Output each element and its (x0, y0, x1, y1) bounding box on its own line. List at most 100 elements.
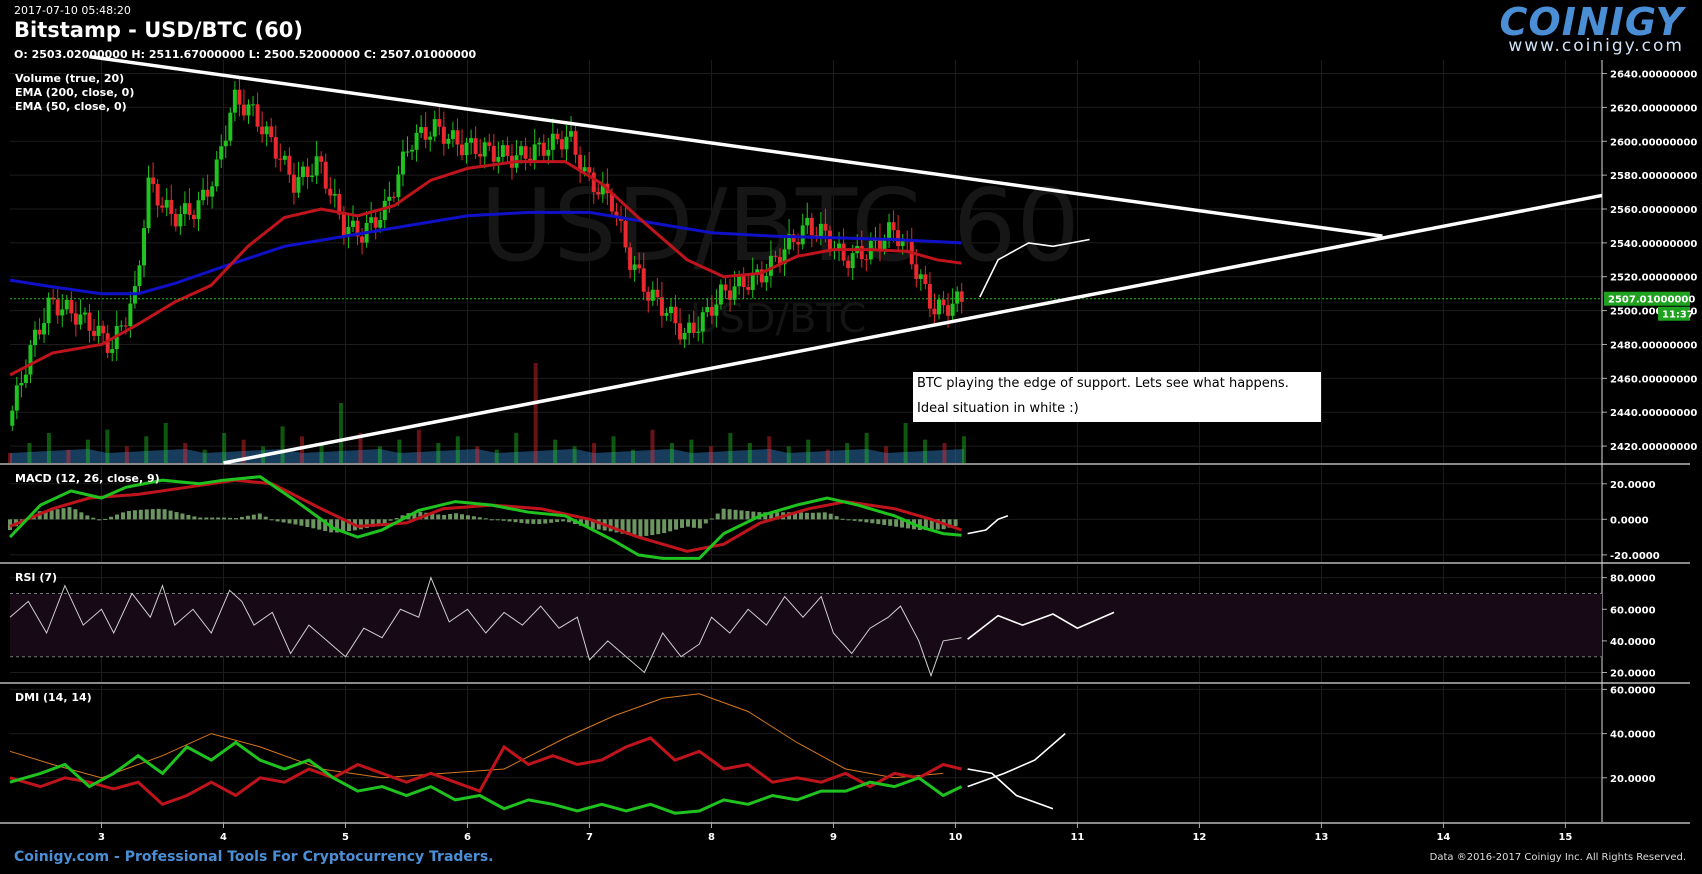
candle-body (110, 349, 115, 353)
candle-body (60, 309, 65, 316)
candle-body (841, 243, 846, 261)
macd-histogram-bar (174, 512, 179, 520)
x-tick-label: 15 (1558, 832, 1572, 843)
footer-copyright: Data ®2016-2017 Coinigy Inc. All Rights … (1429, 852, 1686, 863)
macd-histogram-bar (186, 514, 191, 520)
macd-histogram-bar (162, 509, 167, 520)
candle-body (582, 167, 587, 172)
candle-body (305, 166, 310, 178)
candle-body (537, 142, 542, 145)
candle-body (664, 313, 669, 316)
macd-histogram-bar (894, 519, 899, 527)
macd-histogram-bar (727, 509, 732, 520)
candle-body (37, 329, 42, 335)
volume-bar (377, 446, 382, 463)
macd-histogram-bar (733, 509, 738, 520)
macd-histogram-bar (680, 519, 685, 528)
macd-histogram-bar (888, 519, 893, 526)
candle-body (387, 196, 392, 201)
candle-body (10, 410, 15, 426)
candle-body (637, 264, 642, 269)
candle-body (887, 222, 892, 240)
candle-body (400, 151, 405, 175)
dmi-projection-minus (967, 768, 1054, 810)
x-tick-label: 4 (220, 832, 227, 843)
macd-histogram-bar (477, 517, 482, 520)
x-tick-label: 10 (948, 832, 962, 843)
macd-histogram-bar (852, 519, 857, 521)
candle-body (160, 205, 165, 208)
macd-histogram-bar (132, 510, 137, 520)
macd-histogram-bar (828, 513, 833, 520)
candle-body (564, 136, 569, 150)
macd-histogram-bar (650, 519, 655, 536)
macd-histogram-bar (109, 516, 114, 520)
macd-histogram-bar (91, 517, 96, 520)
candle-body (705, 307, 710, 313)
candle-body (723, 284, 728, 291)
y-tick-label: 2560.00000000 (1610, 205, 1697, 216)
macd-histogram-bar (876, 519, 881, 525)
y-tick-label: 2460.00000000 (1610, 374, 1697, 385)
macd-histogram-bar (882, 519, 887, 525)
ohlc-readout: O: 2503.02000000 H: 2511.67000000 L: 250… (14, 48, 477, 61)
candle-body (596, 191, 601, 195)
volume-bar (845, 443, 850, 463)
y-tick-label: 40.0000 (1610, 637, 1656, 648)
candle-body (473, 138, 478, 154)
candle-body (373, 217, 378, 228)
chart-canvas[interactable]: 2640.00000000 2620.00000000 2600.00000000 2… (0, 0, 1702, 874)
candle-body (273, 137, 278, 159)
candle-body (823, 223, 828, 231)
macd-histogram-bar (507, 519, 512, 522)
candle-body (241, 104, 246, 116)
y-tick-label: 2440.00000000 (1610, 408, 1697, 419)
candle-body (591, 172, 596, 192)
candle-body (237, 89, 242, 105)
candle-body (668, 306, 673, 314)
volume-bar (631, 449, 636, 463)
candle-body (428, 136, 433, 140)
candle-body (805, 217, 810, 226)
macd-histogram-bar (721, 508, 726, 520)
dmi-projection-plus (967, 732, 1066, 788)
candle-body (196, 200, 201, 220)
macd-histogram-bar (644, 519, 649, 536)
candle-body (46, 297, 51, 324)
candle-body (123, 325, 128, 327)
coinigy-logo[interactable]: COINIGY www.coinigy.com (1500, 0, 1684, 56)
macd-histogram-bar (55, 509, 60, 520)
footer-tagline[interactable]: Coinigy.com - Professional Tools For Cry… (14, 849, 493, 865)
candle-body (955, 291, 960, 304)
candle-body (14, 385, 19, 411)
macd-histogram-bar (299, 519, 304, 526)
candle-body (28, 345, 33, 375)
macd-histogram-bar (674, 519, 679, 530)
candle-body (487, 142, 492, 146)
candle-body (219, 146, 224, 160)
candle-body (314, 156, 319, 176)
macd-histogram-bar (555, 519, 560, 523)
candle-body (773, 255, 778, 257)
candle-body (264, 126, 269, 135)
dmi-label: DMI (14, 14) (15, 691, 92, 704)
y-tick-label: 20.0000 (1610, 669, 1656, 680)
candle-body (369, 217, 374, 223)
candle-body (187, 203, 192, 215)
candle-body (914, 264, 919, 279)
macd-histogram-bar (192, 516, 197, 520)
x-tick-label: 6 (464, 832, 471, 843)
volume-bar (163, 423, 168, 463)
volume-bar (416, 429, 421, 463)
macd-histogram-bar (561, 519, 566, 522)
x-tick-label: 13 (1314, 832, 1328, 843)
macd-histogram-bar (168, 510, 173, 520)
y-tick-label: 2620.00000000 (1610, 103, 1697, 114)
indicator-label: EMA (50, close, 0) (15, 100, 127, 113)
macd-histogram-bar (49, 510, 54, 520)
y-tick-label: 20.0000 (1610, 774, 1656, 785)
macd-histogram-bar (257, 513, 262, 520)
candle-body (87, 312, 92, 331)
y-tick-label: 2420.00000000 (1610, 442, 1697, 453)
candle-body (73, 313, 78, 325)
